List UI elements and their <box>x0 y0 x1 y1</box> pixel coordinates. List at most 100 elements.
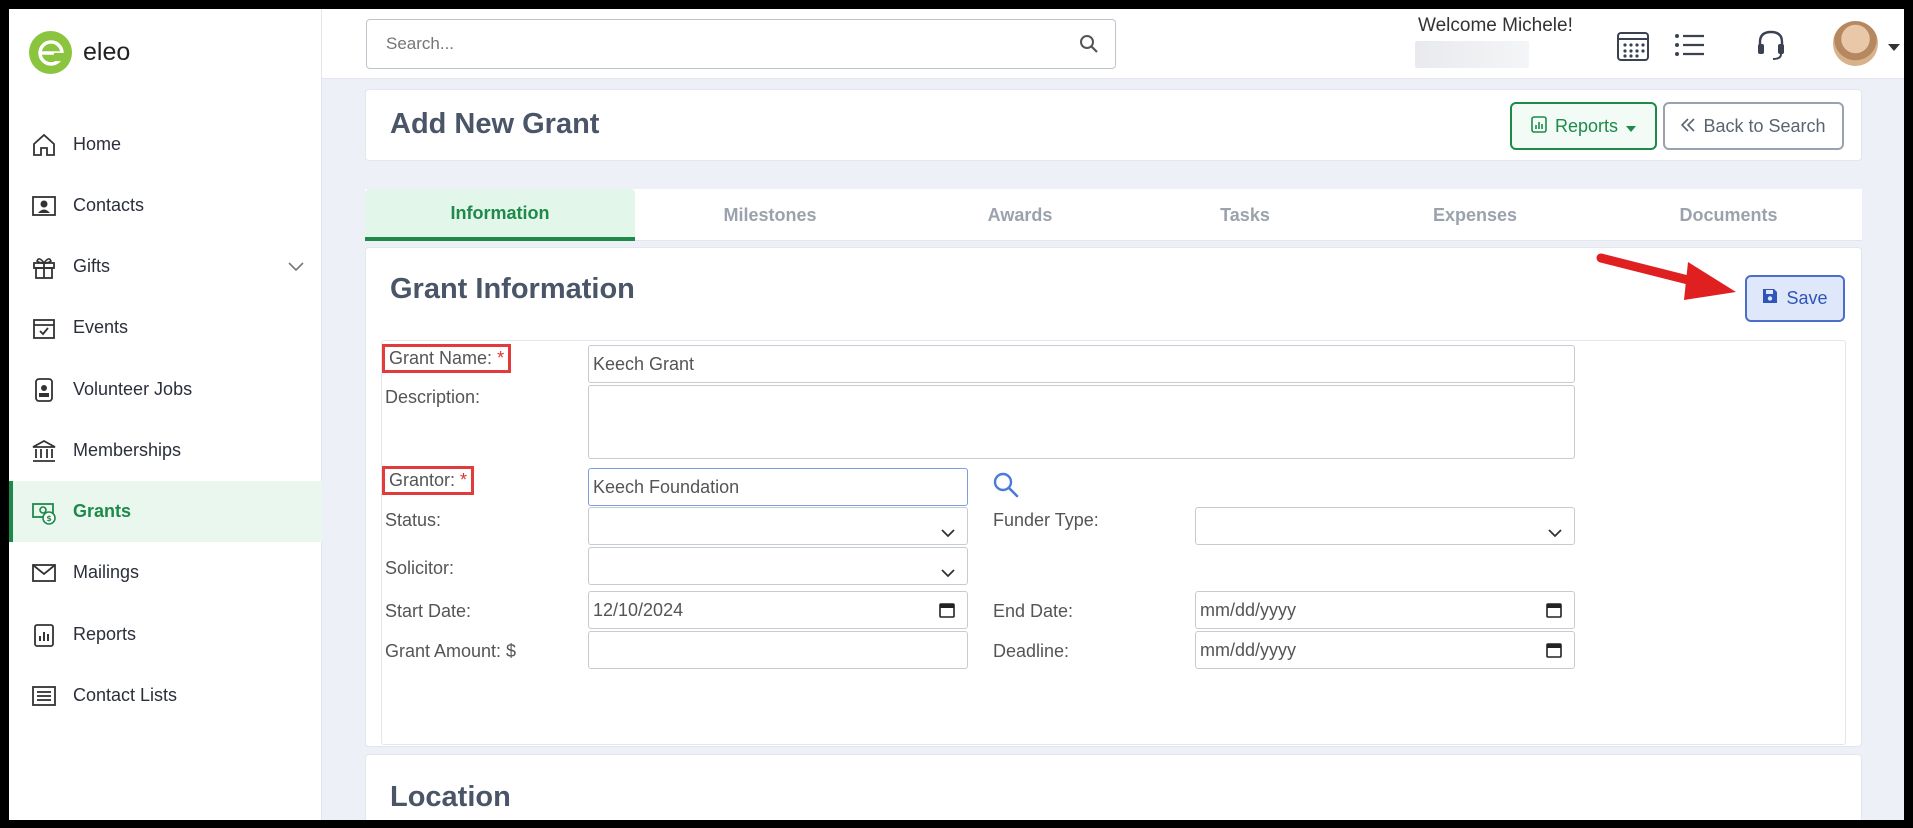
calendar-icon[interactable] <box>1546 602 1562 623</box>
grant-information-card: Grant Information Save Grant Name: * Kee… <box>365 247 1862 747</box>
badge-icon <box>29 375 59 405</box>
sidebar-item-label: Reports <box>73 624 137 644</box>
sidebar-item-label: Contacts <box>73 195 145 215</box>
deadline-label: Deadline: <box>993 641 1070 661</box>
deadline-input[interactable]: mm/dd/yyyy <box>1195 631 1575 669</box>
description-textarea[interactable] <box>588 385 1575 459</box>
deadline-value: mm/dd/yyyy <box>1200 639 1297 660</box>
svg-text:$: $ <box>46 514 52 523</box>
top-bar: Welcome Michele! <box>322 9 1904 79</box>
sidebar-item-label: Volunteer Jobs <box>73 379 193 399</box>
home-icon <box>29 130 59 160</box>
grant-amount-input[interactable] <box>588 631 968 669</box>
funder-type-select[interactable] <box>1195 507 1575 545</box>
location-card: Location <box>365 754 1862 820</box>
grant-name-label: Grant Name: * <box>382 344 512 373</box>
required-mark: * <box>460 470 468 490</box>
clipboard-chart-icon <box>1531 115 1547 138</box>
calendar-check-icon <box>29 313 59 343</box>
start-date-label: Start Date: <box>385 601 472 621</box>
welcome-text: Welcome Michele! <box>1418 15 1573 36</box>
save-button[interactable]: Save <box>1745 275 1845 322</box>
sidebar-item-contact-lists[interactable]: Contact Lists <box>9 665 322 726</box>
sidebar: eleo Home Contacts Gifts Events Voluntee… <box>9 9 322 820</box>
end-date-label: End Date: <box>993 601 1074 621</box>
gift-icon <box>29 252 59 282</box>
report-icon <box>29 620 59 650</box>
grantor-label-text: Grantor: <box>389 470 456 490</box>
sidebar-item-label: Contact Lists <box>73 685 178 705</box>
required-mark: * <box>497 348 505 368</box>
grant-name-field[interactable]: Keech Grant <box>588 345 1575 383</box>
calendar-icon[interactable] <box>939 602 955 623</box>
tab-awards[interactable]: Awards <box>905 189 1135 241</box>
chevron-down-icon <box>941 562 955 583</box>
start-date-value: 12/10/2024 <box>593 599 684 620</box>
tab-documents[interactable]: Documents <box>1595 189 1862 241</box>
grant-amount-label: Grant Amount: $ <box>385 641 517 661</box>
contact-card-icon <box>29 191 59 221</box>
search-input[interactable] <box>367 20 1047 68</box>
sidebar-item-events[interactable]: Events <box>9 297 322 358</box>
status-label: Status: <box>385 510 442 530</box>
tab-information[interactable]: Information <box>365 189 635 241</box>
section-title: Grant Information <box>390 273 635 305</box>
double-chevron-left-icon <box>1681 116 1696 137</box>
search-icon[interactable] <box>1079 34 1099 59</box>
sidebar-item-label: Gifts <box>73 256 111 276</box>
grant-icon: $ <box>29 497 59 527</box>
sidebar-item-reports[interactable]: Reports <box>9 604 322 665</box>
chevron-down-icon[interactable] <box>288 256 304 277</box>
sidebar-item-label: Memberships <box>73 440 182 460</box>
funder-type-label: Funder Type: <box>993 510 1099 530</box>
grantor-label: Grantor: * <box>382 466 475 495</box>
tab-expenses[interactable]: Expenses <box>1355 189 1595 241</box>
save-label: Save <box>1786 288 1828 308</box>
sidebar-item-mailings[interactable]: Mailings <box>9 542 322 603</box>
task-list-icon[interactable] <box>1672 27 1708 63</box>
sidebar-item-memberships[interactable]: Memberships <box>9 420 322 481</box>
caret-down-icon[interactable] <box>1888 39 1900 57</box>
tab-milestones[interactable]: Milestones <box>635 189 905 241</box>
logo[interactable]: eleo <box>29 31 130 74</box>
sidebar-item-volunteer-jobs[interactable]: Volunteer Jobs <box>9 359 322 420</box>
calendar-icon[interactable] <box>1546 642 1562 663</box>
sidebar-item-contacts[interactable]: Contacts <box>9 175 322 236</box>
tab-tasks[interactable]: Tasks <box>1135 189 1355 241</box>
redacted-name <box>1415 41 1529 68</box>
start-date-input[interactable]: 12/10/2024 <box>588 591 968 629</box>
avatar[interactable] <box>1833 21 1878 66</box>
end-date-input[interactable]: mm/dd/yyyy <box>1195 591 1575 629</box>
headset-icon[interactable] <box>1753 27 1789 63</box>
brand-name: eleo <box>83 38 131 66</box>
sidebar-item-gifts[interactable]: Gifts <box>9 236 322 297</box>
chevron-down-icon <box>941 522 955 543</box>
back-label: Back to Search <box>1703 115 1826 136</box>
grantor-lookup-search-icon[interactable] <box>992 471 1020 504</box>
page-header: Add New Grant Reports Back to Search <box>365 89 1862 161</box>
back-to-search-button[interactable]: Back to Search <box>1663 102 1844 150</box>
sidebar-item-grants[interactable]: $ Grants <box>9 481 322 542</box>
solicitor-label: Solicitor: <box>385 558 455 578</box>
sidebar-item-home[interactable]: Home <box>9 114 322 175</box>
calendar-icon[interactable] <box>1615 27 1651 63</box>
sidebar-item-label: Grants <box>73 501 132 521</box>
status-select[interactable] <box>588 507 968 545</box>
tab-bar: Information Milestones Awards Tasks Expe… <box>365 189 1862 241</box>
bank-icon <box>29 436 59 466</box>
end-date-value: mm/dd/yyyy <box>1200 599 1297 620</box>
description-label: Description: <box>385 387 481 407</box>
reports-dropdown-button[interactable]: Reports <box>1510 102 1657 150</box>
reports-label: Reports <box>1554 115 1619 136</box>
list-icon <box>29 681 59 711</box>
envelope-icon <box>29 558 59 588</box>
grant-form: Grant Name: * Keech Grant Description: G… <box>381 340 1846 745</box>
floppy-disk-icon <box>1762 288 1778 309</box>
eleo-logo-icon <box>29 31 72 74</box>
sidebar-item-label: Events <box>73 317 129 337</box>
sidebar-item-label: Home <box>73 134 122 154</box>
chevron-down-icon <box>1548 522 1562 543</box>
grantor-field[interactable]: Keech Foundation <box>588 468 968 506</box>
solicitor-select[interactable] <box>588 547 968 585</box>
section-title: Location <box>390 781 511 813</box>
